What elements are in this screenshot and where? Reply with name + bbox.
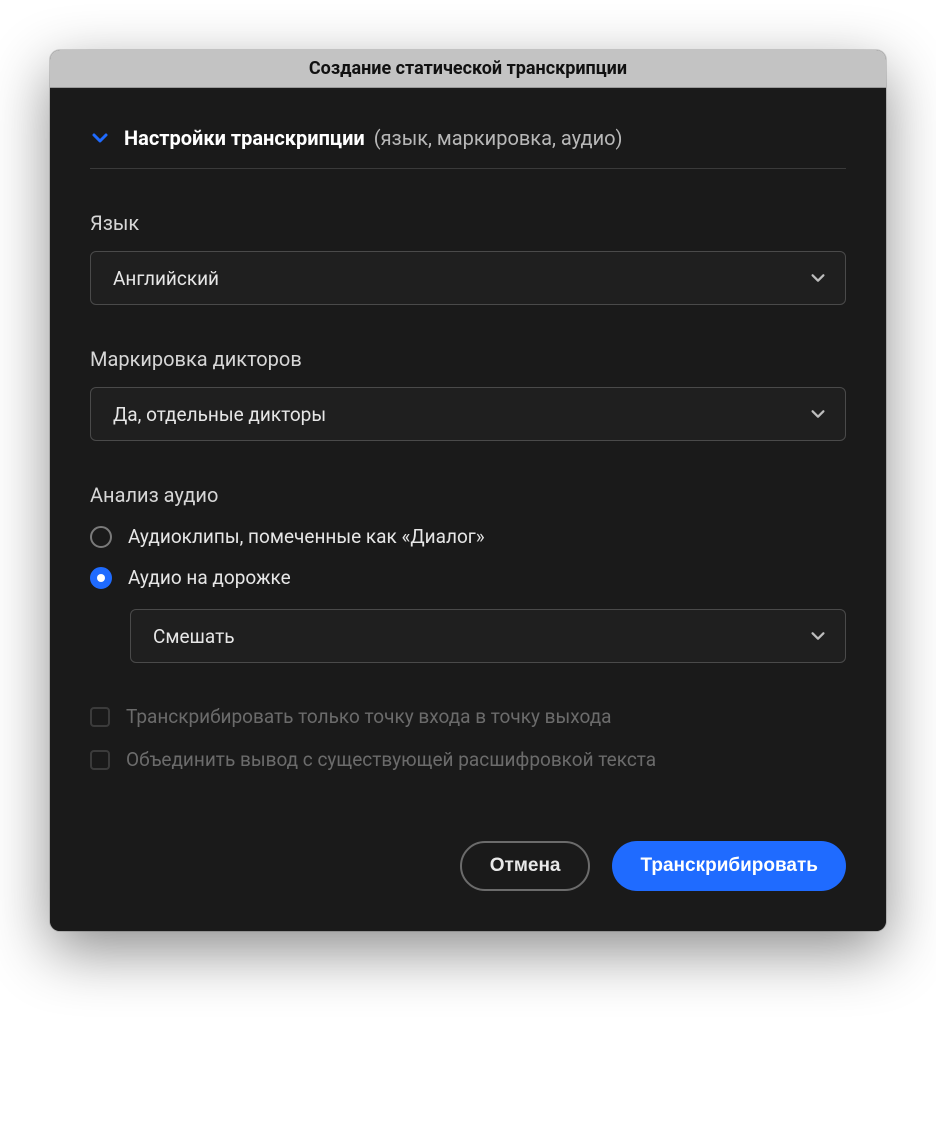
checkbox-label-in-out: Транскрибировать только точку входа в то… (126, 705, 612, 728)
language-value: Английский (113, 267, 219, 290)
speaker-labeling-value: Да, отдельные дикторы (113, 403, 326, 426)
speaker-labeling-field: Маркировка дикторов Да, отдельные диктор… (90, 347, 846, 441)
checkbox-label-merge: Объединить вывод с существующей расшифро… (126, 748, 656, 771)
radio-icon (90, 526, 112, 548)
checkbox-merge-output: Объединить вывод с существующей расшифро… (90, 748, 846, 771)
cancel-button[interactable]: Отмена (460, 841, 591, 891)
chevron-down-icon (809, 269, 827, 287)
audio-analysis-field: Анализ аудио Аудиоклипы, помеченные как … (90, 483, 846, 663)
radio-audio-on-track[interactable]: Аудио на дорожке (90, 566, 846, 589)
checkbox-group: Транскрибировать только точку входа в то… (90, 705, 846, 771)
dialog-content: Настройки транскрипции (язык, маркировка… (50, 88, 886, 931)
chevron-down-icon (809, 627, 827, 645)
dialog-title: Создание статической транскрипции (309, 58, 627, 79)
section-title-muted: (язык, маркировка, аудио) (374, 126, 623, 150)
chevron-down-icon (90, 128, 110, 148)
audio-analysis-label: Анализ аудио (90, 483, 846, 507)
section-toggle[interactable]: Настройки транскрипции (язык, маркировка… (90, 88, 846, 169)
radio-label-dialog-clips: Аудиоклипы, помеченные как «Диалог» (128, 525, 485, 548)
radio-dialog-clips[interactable]: Аудиоклипы, помеченные как «Диалог» (90, 525, 846, 548)
speaker-labeling-select[interactable]: Да, отдельные дикторы (90, 387, 846, 441)
radio-icon (90, 567, 112, 589)
language-select[interactable]: Английский (90, 251, 846, 305)
chevron-down-icon (809, 405, 827, 423)
checkbox-icon (90, 707, 110, 727)
section-title-bold: Настройки транскрипции (124, 126, 365, 150)
radio-label-audio-on-track: Аудио на дорожке (128, 566, 291, 589)
track-mix-value: Смешать (153, 625, 235, 648)
language-field: Язык Английский (90, 211, 846, 305)
track-mix-select[interactable]: Смешать (130, 609, 846, 663)
language-label: Язык (90, 211, 846, 235)
transcribe-button[interactable]: Транскрибировать (612, 841, 846, 891)
speaker-labeling-label: Маркировка дикторов (90, 347, 846, 371)
dialog-titlebar: Создание статической транскрипции (50, 50, 886, 88)
dialog-buttons: Отмена Транскрибировать (90, 841, 846, 891)
checkbox-in-out-only: Транскрибировать только точку входа в то… (90, 705, 846, 728)
transcription-dialog: Создание статической транскрипции Настро… (50, 50, 886, 931)
checkbox-icon (90, 750, 110, 770)
